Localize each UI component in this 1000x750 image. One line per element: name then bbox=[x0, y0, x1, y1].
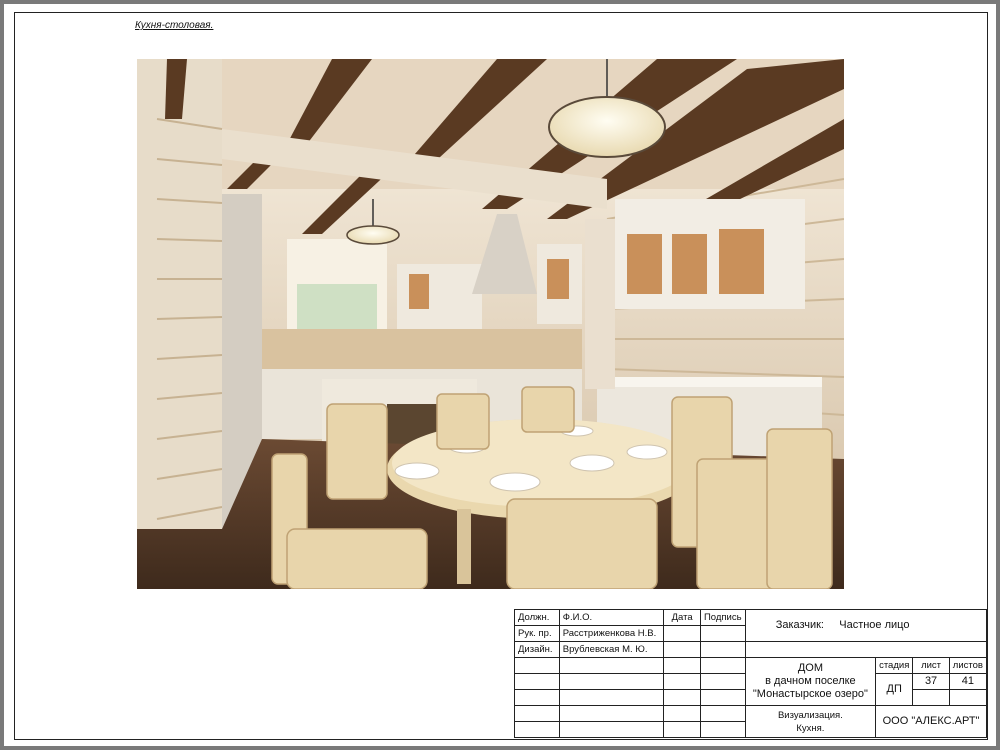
sheet-label: лист bbox=[912, 657, 950, 674]
row2-date bbox=[663, 641, 701, 658]
row1-signature bbox=[699, 625, 746, 642]
col-signature-header: Подпись bbox=[699, 609, 746, 626]
customer-label: Заказчик: bbox=[775, 619, 824, 631]
drawing-line1: Визуализация. bbox=[777, 709, 843, 721]
col-position-header: Должн. bbox=[514, 609, 560, 626]
sheets-value: 41 bbox=[948, 673, 988, 690]
col-name-header: Ф.И.О. bbox=[558, 609, 665, 626]
row2-name: Врублевская М. Ю. bbox=[558, 641, 665, 658]
row2-signature bbox=[699, 641, 746, 658]
row1-role: Рук. пр. bbox=[514, 625, 560, 642]
drawing-line2: Кухня. bbox=[796, 722, 825, 734]
company-name: ООО "АЛЕКС.АРТ" bbox=[875, 705, 987, 738]
stage-value: ДП bbox=[875, 673, 914, 706]
stage-label: стадия bbox=[875, 657, 914, 674]
sheet-value: 37 bbox=[912, 673, 950, 690]
project-line3: "Монастырское озеро" bbox=[752, 688, 868, 700]
drawing-caption: Кухня-столовая. bbox=[135, 20, 214, 31]
row2-role: Дизайн. bbox=[514, 641, 560, 658]
project-line1: ДОМ bbox=[797, 662, 823, 674]
drawing-name: Визуализация. Кухня. bbox=[744, 705, 877, 738]
col-date-header: Дата bbox=[663, 609, 701, 626]
customer-value: Частное лицо bbox=[839, 619, 910, 631]
row1-date bbox=[663, 625, 701, 642]
title-block: Должн. Ф.И.О. Дата Подпись Заказчик: Час… bbox=[514, 609, 988, 738]
project-title: ДОМ в дачном поселке "Монастырское озеро… bbox=[744, 657, 877, 706]
customer-cell: Заказчик: Частное лицо bbox=[744, 609, 988, 642]
sheets-label: листов bbox=[948, 657, 988, 674]
row1-name: Расстриженкова Н.В. bbox=[558, 625, 665, 642]
kitchen-visualization-image bbox=[137, 59, 844, 589]
project-line2: в дачном поселке bbox=[765, 675, 856, 687]
blank-cell bbox=[744, 641, 988, 658]
